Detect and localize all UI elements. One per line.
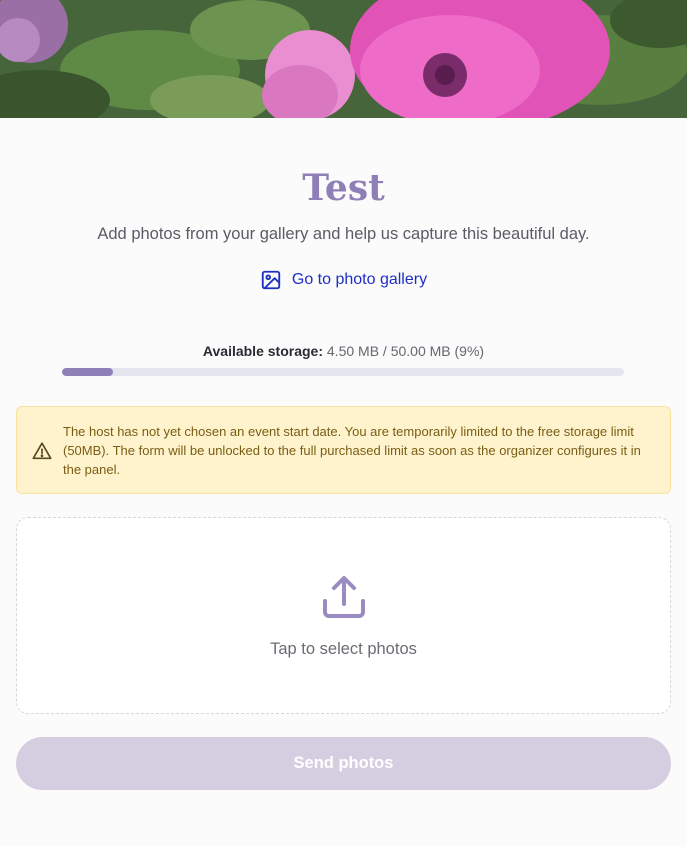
- storage-info: Available storage: 4.50 MB / 50.00 MB (9…: [0, 342, 687, 360]
- header-photo: [0, 0, 687, 118]
- flower-photo: [0, 0, 687, 118]
- storage-progress-fill: [62, 368, 113, 376]
- storage-limit-notice: The host has not yet chosen an event sta…: [16, 406, 671, 494]
- page-subtitle: Add photos from your gallery and help us…: [97, 225, 590, 243]
- upload-icon: [320, 574, 368, 622]
- warning-icon: [31, 440, 53, 462]
- image-icon: [260, 269, 282, 291]
- photo-dropzone[interactable]: Tap to select photos: [16, 517, 671, 714]
- storage-progress-bar: [62, 368, 624, 376]
- storage-value: 4.50 MB / 50.00 MB (9%): [326, 343, 485, 359]
- storage-label: Available storage:: [202, 343, 323, 359]
- send-photos-button[interactable]: Send photos: [16, 737, 671, 790]
- notice-text: The host has not yet chosen an event sta…: [63, 423, 641, 477]
- photo-gallery-link-label: Go to photo gallery: [291, 271, 428, 288]
- page-title: Test: [302, 167, 385, 209]
- dropzone-hint: Tap to select photos: [270, 640, 417, 658]
- photo-gallery-link[interactable]: Go to photo gallery: [0, 269, 687, 291]
